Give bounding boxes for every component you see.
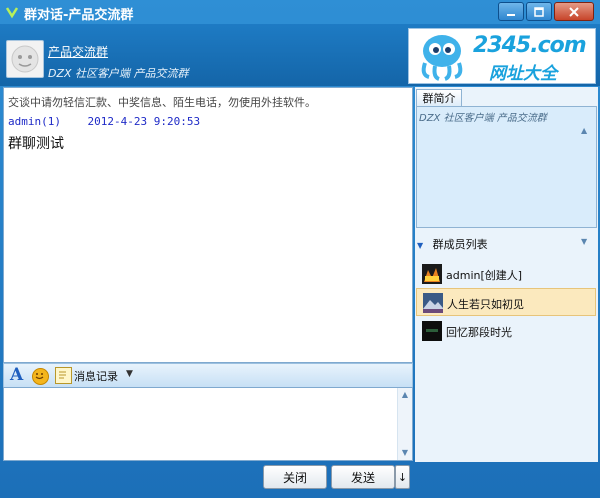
minimize-button[interactable]: [498, 2, 524, 21]
octopus-mascot-icon: [421, 35, 463, 81]
group-avatar[interactable]: [6, 40, 44, 78]
smiley-face-icon: [35, 373, 44, 380]
font-icon[interactable]: A: [10, 365, 23, 385]
close-button[interactable]: 关闭: [263, 465, 327, 489]
member-item[interactable]: 人生若只如初见: [416, 288, 596, 316]
emoji-icon[interactable]: [32, 368, 49, 385]
member-name: admin[创建人]: [446, 269, 523, 282]
maximize-icon: [534, 6, 544, 17]
chat-window: 群对话-产品交流群 产品交流群 DZX 社区客户端 产品交流群 2345.com…: [0, 0, 600, 498]
side-panel: 群简介 DZX 社区客户端 产品交流群 ▲ ▼ ▼ 群成员列表 admin[创建…: [415, 87, 598, 462]
scroll-up-icon[interactable]: ▲: [398, 388, 412, 402]
group-name-link[interactable]: 产品交流群: [48, 43, 108, 60]
avatar-admin-icon: [422, 264, 442, 284]
avatar-mountain-icon: [423, 293, 443, 313]
chat-history[interactable]: 交谈中请勿轻信汇款、中奖信息、陌生电话，勿使用外挂软件。 admin(1) 20…: [3, 87, 413, 363]
input-scrollbar[interactable]: ▲ ▼: [397, 388, 412, 460]
group-intro-text: DZX 社区客户端 产品交流群: [419, 113, 547, 124]
collapse-triangle-icon[interactable]: ▼: [417, 241, 423, 250]
message-text: 群聊测试: [8, 136, 64, 152]
window-title: 群对话-产品交流群: [24, 8, 134, 23]
chevron-down-icon[interactable]: ▼: [126, 369, 133, 379]
close-icon: [569, 6, 579, 17]
send-button[interactable]: 发送: [331, 465, 395, 489]
message-input-area: ▲ ▼: [3, 387, 413, 461]
intro-scrollbar[interactable]: ▲ ▼: [581, 126, 594, 246]
member-name: 回忆那段时光: [446, 326, 512, 339]
group-intro-box: DZX 社区客户端 产品交流群 ▲ ▼: [416, 106, 597, 246]
message-history-button[interactable]: 消息记录: [74, 368, 118, 384]
history-document-icon: [59, 371, 66, 379]
member-item[interactable]: 回忆那段时光: [416, 317, 596, 345]
message-input[interactable]: [4, 388, 396, 458]
input-toolbar: A 消息记录 ▼: [3, 363, 413, 388]
scroll-up-icon[interactable]: ▲: [581, 126, 587, 135]
app-logo-icon: [5, 7, 19, 19]
ad-caption: 网址大全: [489, 64, 557, 84]
message-time: 2012-4-23 9:20:53: [87, 115, 201, 128]
member-item[interactable]: admin[创建人]: [416, 260, 596, 288]
history-icon[interactable]: [55, 367, 72, 384]
ad-domain: 2345.com: [473, 33, 587, 58]
ad-banner[interactable]: 2345.com 网址大全: [408, 28, 596, 84]
group-avatar-icon: [11, 45, 39, 73]
close-window-button[interactable]: [554, 2, 594, 21]
window-controls: [498, 2, 594, 21]
scroll-down-icon[interactable]: ▼: [581, 237, 587, 246]
member-list-header[interactable]: ▼ 群成员列表: [417, 236, 488, 252]
group-header: 产品交流群 DZX 社区客户端 产品交流群 2345.com 网址大全: [0, 24, 600, 86]
send-options-button[interactable]: ↓: [395, 465, 410, 489]
group-subtitle: DZX 社区客户端 产品交流群: [48, 67, 189, 80]
minimize-icon: [507, 13, 515, 16]
member-list-title: 群成员列表: [432, 238, 488, 251]
member-name: 人生若只如初见: [447, 298, 524, 311]
safety-notice: 交谈中请勿轻信汇款、中奖信息、陌生电话，勿使用外挂软件。: [8, 96, 316, 109]
title-bar[interactable]: 群对话-产品交流群: [0, 0, 600, 24]
maximize-button[interactable]: [526, 2, 552, 21]
message-header: admin(1) 2012-4-23 9:20:53: [8, 115, 200, 128]
tab-group-intro[interactable]: 群简介: [416, 89, 462, 107]
arrow-down-icon: ↓: [397, 470, 408, 484]
avatar-dark-icon: [422, 321, 442, 341]
message-sender: admin(1): [8, 115, 61, 128]
scroll-down-icon[interactable]: ▼: [398, 446, 412, 460]
